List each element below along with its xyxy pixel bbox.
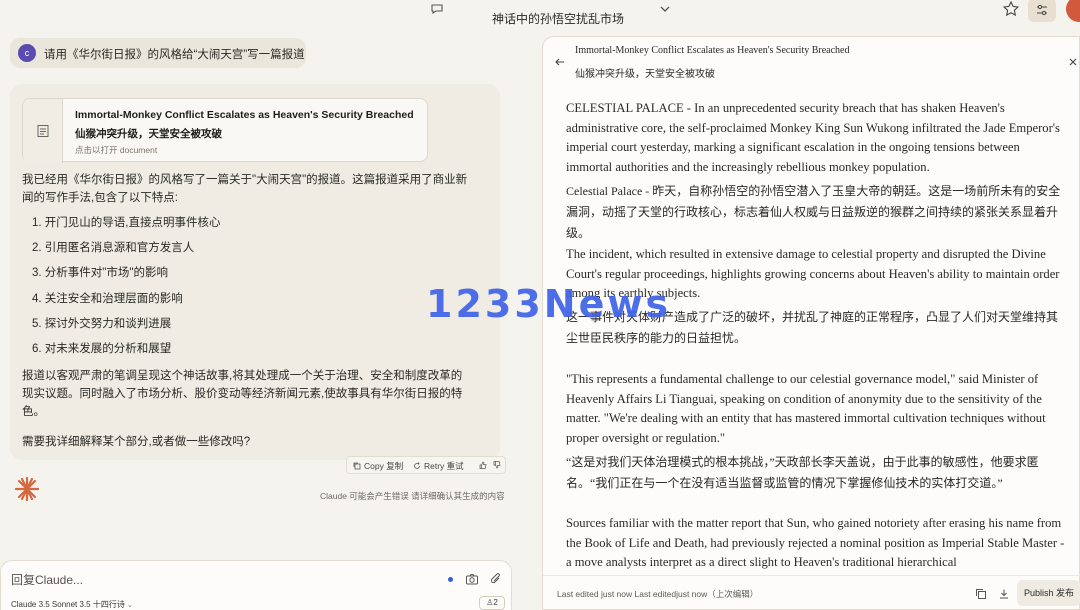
chevron-down-icon: ⌄ bbox=[126, 602, 133, 609]
copy-icon[interactable] bbox=[975, 587, 987, 599]
user-message-text: 请用《华尔街日报》的风格给“大闹天宫”写一篇报道 bbox=[44, 49, 305, 61]
document-card-title-zh: 仙猴冲突升级，天堂安全被攻破 bbox=[75, 128, 222, 140]
panel-title-zh: 仙猴冲突升级，天堂安全被攻破 bbox=[575, 69, 715, 80]
assistant-intro: 我已经用《华尔街日报》的风格写了一篇关于"大闹天宫"的报道。这篇报道采用了商业新… bbox=[22, 174, 468, 204]
user-message: c 请用《华尔街日报》的风格给“大闹天宫”写一篇报道 bbox=[10, 38, 306, 68]
thumbs-down-icon[interactable] bbox=[493, 460, 504, 470]
last-edited-status: Last edited just now Last editedjust now… bbox=[557, 589, 759, 599]
article-paragraph-en: Sources familiar with the matter report … bbox=[566, 516, 1065, 569]
copy-icon bbox=[353, 462, 361, 470]
retry-icon bbox=[414, 462, 420, 469]
document-icon-box bbox=[23, 99, 63, 163]
settings-button[interactable] bbox=[1028, 0, 1056, 22]
panel-title-en: Immortal-Monkey Conflict Escalates as He… bbox=[575, 45, 850, 56]
article-paragraph-en: "This represents a fundamental challenge… bbox=[566, 372, 1046, 445]
article-paragraph-zh: “这是对我们天体治理模式的根本挑战，”天政部长李天盖说，由于此事的敏感性，他要求… bbox=[566, 455, 1039, 490]
document-card-title-en: Immortal-Monkey Conflict Escalates as He… bbox=[75, 109, 414, 121]
thumbs-up-icon[interactable] bbox=[479, 460, 490, 470]
conversation-title[interactable]: 神话中的孙悟空扰乱市场 bbox=[492, 10, 624, 27]
list-item: 1. 开门见山的导语,直接点明事件核心 bbox=[32, 217, 221, 229]
retry-button[interactable]: Retry 重试 bbox=[413, 460, 464, 472]
paperclip-icon[interactable] bbox=[489, 572, 503, 586]
status-dot bbox=[448, 577, 453, 582]
assistant-message: Immortal-Monkey Conflict Escalates as He… bbox=[10, 84, 500, 460]
top-bar: 神话中的孙悟空扰乱市场 bbox=[0, 0, 1080, 34]
list-item: 3. 分析事件对"市场"的影响 bbox=[32, 267, 168, 280]
camera-icon[interactable] bbox=[465, 572, 479, 586]
claude-logo-icon bbox=[14, 476, 40, 502]
chevron-down-icon[interactable] bbox=[658, 2, 672, 16]
copy-button[interactable]: Copy 复制 bbox=[353, 460, 403, 472]
close-icon[interactable] bbox=[1067, 55, 1079, 67]
sliders-icon bbox=[1037, 4, 1047, 16]
feature-list: 1. 开门见山的导语,直接点明事件核心 2. 引用匿名消息源和官方发言人 3. … bbox=[32, 216, 220, 367]
model-selector[interactable]: Claude 3.5 Sonnet 3.5 十四行诗 ⌄ bbox=[11, 599, 133, 610]
composer: Claude 3.5 Sonnet 3.5 十四行诗⌄ ♙2 bbox=[0, 560, 512, 610]
back-arrow-icon[interactable] bbox=[553, 55, 567, 69]
article-paragraph-en: CELESTIAL PALACE - In an unprecedented s… bbox=[566, 101, 1060, 174]
list-item: 4. 关注安全和治理层面的影响 bbox=[32, 292, 183, 305]
user-avatar: c bbox=[18, 44, 36, 62]
assistant-summary: 报道以客观严肃的笔调呈现这个神话故事,将其处理成一个关于治理、安全和制度改革的现… bbox=[22, 370, 463, 418]
watermark: 1233News bbox=[426, 282, 672, 326]
article-body: CELESTIAL PALACE - In an unprecedented s… bbox=[566, 99, 1066, 569]
download-icon[interactable] bbox=[998, 587, 1010, 599]
message-action-bar: Copy 复制 Retry 重试 bbox=[346, 456, 506, 474]
style-button[interactable]: ♙2 bbox=[479, 596, 505, 610]
document-icon bbox=[37, 125, 49, 137]
article-paragraph-zh: Celestial Palace - 昨天，自称孙悟空的孙悟空潜入了玉皇大帝的朝… bbox=[566, 184, 1061, 240]
panel-footer: Last edited just now Last editedjust now… bbox=[543, 575, 1080, 610]
list-item: 2. 引用匿名消息源和官方发言人 bbox=[32, 242, 195, 255]
account-avatar[interactable] bbox=[1066, 0, 1080, 22]
document-card-hint: 点击以打开 document bbox=[75, 145, 158, 155]
chat-bubble-icon[interactable] bbox=[430, 2, 444, 16]
disclaimer-text: Claude 可能会产生错误 请详细确认其生成的内容 bbox=[320, 491, 505, 501]
document-card[interactable]: Immortal-Monkey Conflict Escalates as He… bbox=[22, 98, 428, 163]
list-item: 5. 探讨外交努力和谈判进展 bbox=[32, 317, 172, 330]
publish-button[interactable]: Publish 发布 bbox=[1017, 580, 1080, 606]
star-icon[interactable] bbox=[1002, 0, 1020, 18]
list-item: 6. 对未来发展的分析和展望 bbox=[32, 342, 172, 355]
assistant-closing: 需要我详细解释某个部分,或者做一些修改吗? bbox=[22, 436, 251, 448]
reply-input[interactable] bbox=[11, 571, 431, 589]
